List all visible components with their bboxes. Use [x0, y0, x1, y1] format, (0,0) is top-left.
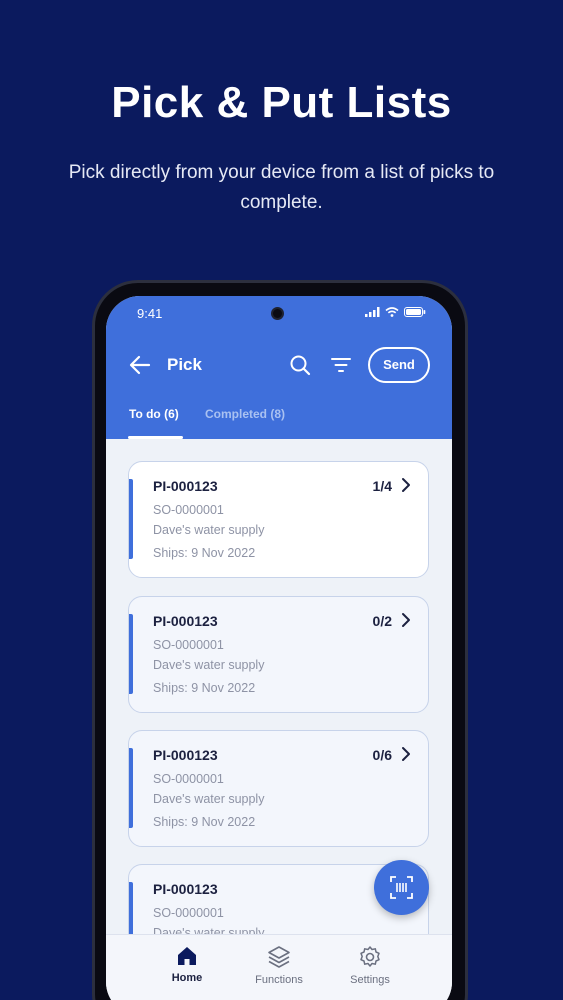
pick-id: PI-000123 — [153, 613, 218, 629]
pick-count: 1/4 — [372, 478, 392, 494]
tab-todo[interactable]: To do (6) — [129, 407, 179, 421]
customer-name: Dave's water supply — [153, 523, 265, 537]
pick-count: 0/2 — [372, 613, 392, 629]
barcode-scan-icon — [390, 876, 413, 899]
back-arrow-icon[interactable] — [128, 354, 152, 376]
gear-icon — [360, 946, 380, 967]
layers-icon — [268, 946, 290, 968]
ship-date: Ships: 9 Nov 2022 — [153, 546, 256, 560]
headline: Pick & Put Lists — [111, 78, 452, 127]
app-bar: 9:41 Pick Send To do (6) Completed (8) — [106, 296, 452, 439]
home-icon — [178, 947, 196, 965]
pick-card[interactable]: PI-000123 0/6 SO-0000001 Dave's water su… — [128, 730, 429, 847]
nav-item-functions[interactable]: Functions — [239, 945, 319, 986]
camera-icon — [271, 307, 284, 320]
nav-label: Functions — [255, 974, 303, 986]
chevron-right-icon — [402, 747, 410, 761]
filter-icon[interactable] — [330, 354, 352, 376]
nav-label: Home — [171, 972, 203, 984]
bottom-navigation: Home Functions Settings — [106, 934, 452, 1000]
scan-barcode-button[interactable] — [374, 860, 429, 915]
status-icons — [365, 307, 426, 317]
pick-id: PI-000123 — [153, 478, 218, 494]
wifi-icon — [385, 307, 399, 317]
order-number: SO-0000001 — [153, 906, 224, 920]
chevron-right-icon — [402, 478, 410, 492]
pick-count: 0/6 — [372, 747, 392, 763]
customer-name: Dave's water supply — [153, 792, 265, 806]
subline: Pick directly from your device from a li… — [68, 162, 495, 213]
ship-date: Ships: 9 Nov 2022 — [153, 815, 256, 829]
signal-icon — [365, 307, 380, 317]
active-tab-indicator — [128, 436, 183, 439]
pick-id: PI-000123 — [153, 747, 218, 763]
nav-label: Settings — [350, 974, 390, 986]
tab-completed[interactable]: Completed (8) — [205, 407, 285, 421]
page-title: Pick — [167, 355, 202, 374]
search-icon[interactable] — [289, 354, 311, 376]
status-time: 9:41 — [137, 306, 163, 321]
order-number: SO-0000001 — [153, 638, 224, 652]
nav-item-settings[interactable]: Settings — [330, 945, 410, 986]
card-accent-bar — [129, 614, 133, 694]
chevron-right-icon — [402, 613, 410, 627]
customer-name: Dave's water supply — [153, 658, 265, 672]
card-accent-bar — [129, 748, 133, 828]
pick-card[interactable]: PI-000123 0/2 SO-0000001 Dave's water su… — [128, 596, 429, 713]
order-number: SO-0000001 — [153, 503, 224, 517]
order-number: SO-0000001 — [153, 772, 224, 786]
phone-screen: 9:41 Pick Send To do (6) Completed (8) P… — [106, 296, 452, 1000]
pick-card[interactable]: PI-000123 1/4 SO-0000001 Dave's water su… — [128, 461, 429, 578]
battery-icon — [404, 307, 426, 317]
card-accent-bar — [129, 479, 133, 559]
send-button[interactable]: Send — [368, 347, 430, 383]
pick-id: PI-000123 — [153, 881, 218, 897]
ship-date: Ships: 9 Nov 2022 — [153, 681, 256, 695]
nav-item-home[interactable]: Home — [147, 945, 227, 984]
